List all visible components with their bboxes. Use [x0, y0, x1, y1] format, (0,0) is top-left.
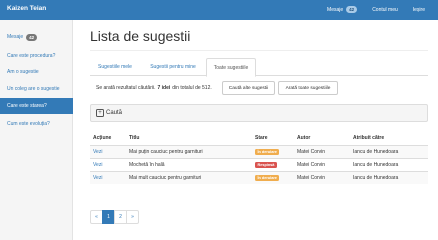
- tab-suggestions-for-me[interactable]: Sugestii pentru mine: [142, 58, 204, 76]
- navbar-links: Mesaje 42 Contul meu Ieșire: [327, 6, 425, 13]
- row-assignee: Iancu de Hunedoara: [350, 157, 428, 171]
- row-assignee: Iancu de Hunedoara: [350, 170, 428, 184]
- row-title: Mai puțin cauciuc pentru garnituri: [126, 144, 252, 158]
- search-label: Caută: [106, 110, 123, 116]
- sidebar-item-new-suggestion[interactable]: Am o sugestie: [0, 64, 73, 80]
- brand-logo-text[interactable]: Kaizen Teian: [7, 5, 46, 12]
- view-link[interactable]: Vezi: [90, 144, 126, 158]
- status-badge: Respinsă: [255, 161, 277, 168]
- header-assignee: Atribuit către: [350, 132, 428, 146]
- sidebar-messages-badge: 42: [26, 33, 38, 41]
- table-row: Vezi Mai mult cauciuc pentru garnituri Î…: [90, 170, 428, 184]
- sidebar-item-procedure[interactable]: Care este procedura?: [0, 48, 73, 64]
- sidebar-item-colleague-suggestion[interactable]: Un coleg are o sugestie: [0, 81, 73, 97]
- view-link[interactable]: Vezi: [90, 157, 126, 171]
- view-link[interactable]: Vezi: [90, 170, 126, 184]
- suggestions-table: Acțiune Titlu Stare Autor Atribuit către…: [90, 132, 428, 184]
- tab-my-suggestions[interactable]: Sugestiile mele: [90, 58, 140, 76]
- title-divider: [90, 50, 428, 51]
- suggestion-tabs: Sugestiile mele Sugestii pentru mine Toa…: [90, 58, 428, 77]
- show-all-suggestions-button[interactable]: Arată toate sugestiile: [278, 81, 338, 95]
- search-result-summary: Se arată rezultatul căutării. 7 idei din…: [96, 84, 212, 92]
- top-navbar: Kaizen Teian Mesaje 42 Contul meu Ieșire: [0, 0, 438, 20]
- pagination: « 1 2 »: [90, 210, 139, 224]
- nav-logout-link[interactable]: Ieșire: [413, 7, 425, 13]
- sidebar-item-evolution[interactable]: Cum este evoluția?: [0, 116, 73, 132]
- table-row: Vezi Mai puțin cauciuc pentru garnituri …: [90, 144, 428, 158]
- search-toggle[interactable]: + Caută: [96, 109, 122, 117]
- row-author: Matei Corvin: [294, 157, 350, 171]
- nav-messages-link[interactable]: Mesaje 42: [327, 6, 358, 13]
- result-suffix: din totalul de 512.: [172, 85, 212, 91]
- sidebar-item-label: Mesaje: [7, 34, 24, 40]
- messages-count-badge: 42: [346, 6, 358, 13]
- tab-all-suggestions[interactable]: Toate sugestiile: [206, 58, 256, 77]
- header-title: Titlu: [126, 132, 252, 146]
- header-action: Acțiune: [90, 132, 126, 146]
- header-author: Autor: [294, 132, 350, 146]
- table-header-row: Acțiune Titlu Stare Autor Atribuit către: [90, 132, 428, 146]
- row-title: Mochetă în hală: [126, 157, 252, 171]
- row-author: Matei Corvin: [294, 170, 350, 184]
- nav-messages-label: Mesaje: [327, 6, 344, 13]
- sidebar: Mesaje 42 Care este procedura? Am o suge…: [0, 20, 73, 240]
- row-status-cell: Respinsă: [252, 157, 294, 171]
- search-panel: + Caută: [90, 104, 428, 122]
- result-count: 7 idei: [157, 85, 171, 91]
- row-title: Mai mult cauciuc pentru garnituri: [126, 170, 252, 184]
- row-status-cell: În derulare: [252, 144, 294, 158]
- result-prefix: Se arată rezultatul căutării.: [96, 85, 156, 91]
- sidebar-item-messages[interactable]: Mesaje 42: [0, 29, 73, 45]
- search-other-suggestions-button[interactable]: Caută alte sugestii: [222, 81, 275, 95]
- sidebar-item-status[interactable]: Care este starea?: [0, 98, 73, 114]
- plus-square-icon: +: [96, 109, 104, 117]
- header-status: Stare: [252, 132, 294, 146]
- nav-account-link[interactable]: Contul meu: [372, 7, 398, 13]
- row-author: Matei Corvin: [294, 144, 350, 158]
- page-title: Lista de sugestii: [90, 28, 191, 44]
- status-badge: În derulare: [255, 174, 280, 181]
- pagination-next[interactable]: »: [126, 210, 139, 224]
- status-badge: În derulare: [255, 148, 280, 155]
- table-row: Vezi Mochetă în hală Respinsă Matei Corv…: [90, 157, 428, 171]
- row-assignee: Iancu de Hunedoara: [350, 144, 428, 158]
- row-status-cell: În derulare: [252, 170, 294, 184]
